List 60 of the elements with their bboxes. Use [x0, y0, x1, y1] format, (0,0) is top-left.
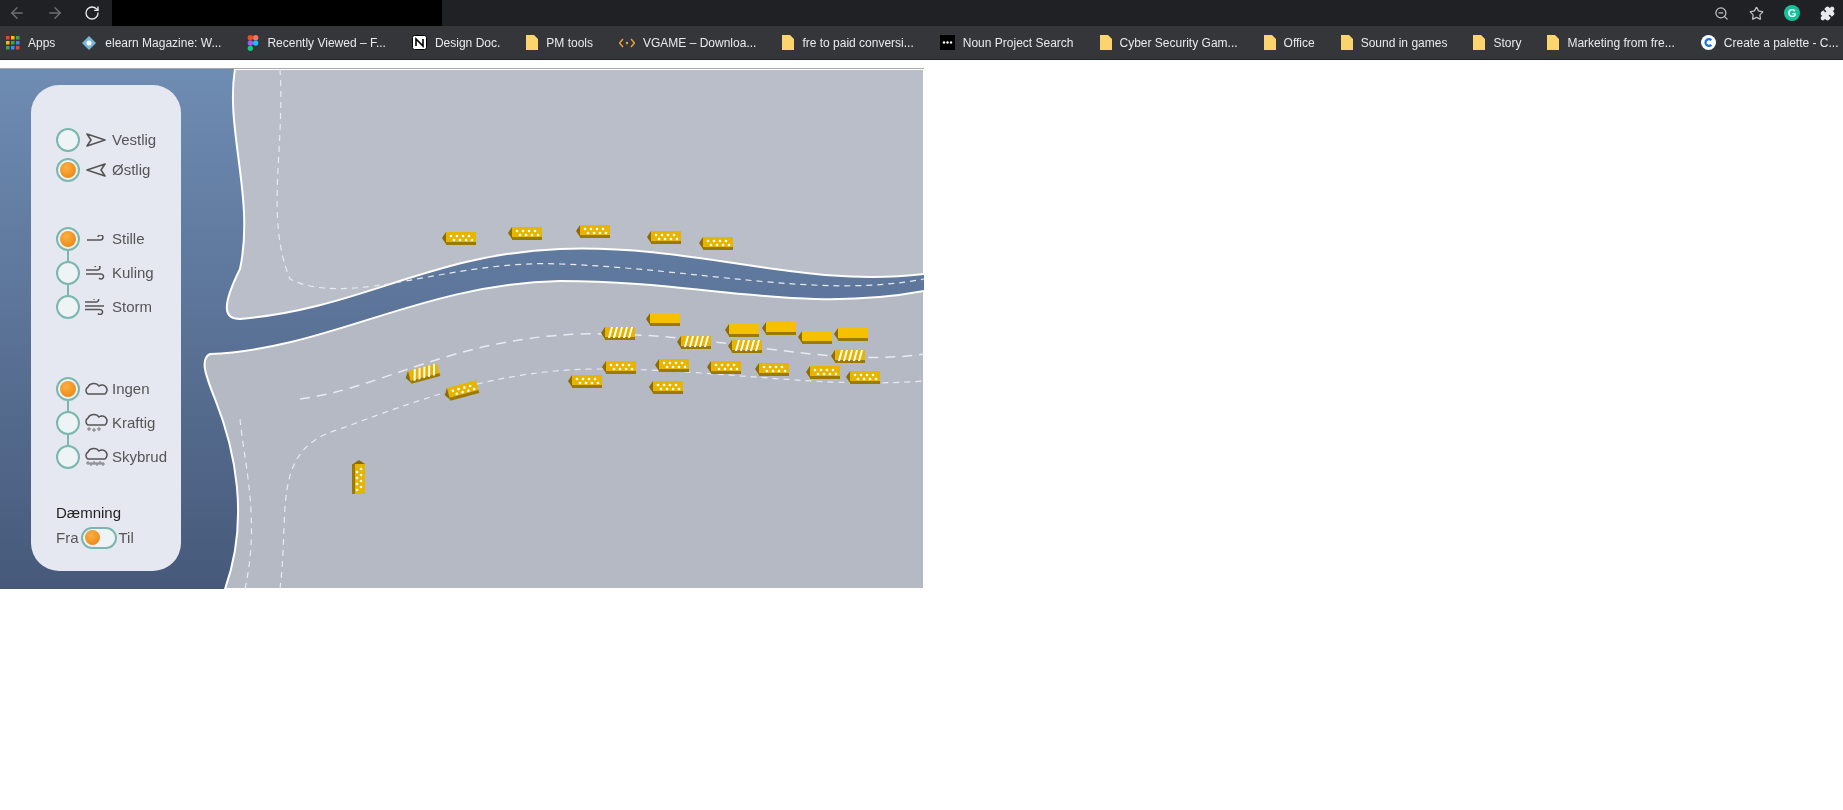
- rain-cloud-icon: [83, 412, 109, 434]
- option-label: Kraftig: [112, 412, 156, 433]
- folder-icon: [782, 35, 795, 50]
- forward-icon[interactable]: [46, 4, 64, 22]
- apps-grid-icon: [6, 35, 20, 50]
- folder-icon: [526, 35, 539, 50]
- cloud-icon: [83, 381, 109, 397]
- arrow-left-icon: [86, 163, 106, 177]
- bookmark-link[interactable]: Sound in games: [1340, 33, 1448, 52]
- bookmark-link[interactable]: Apps: [6, 33, 56, 52]
- dots-icon: [939, 35, 955, 50]
- bookmark-link[interactable]: elearn Magazine: W...: [81, 33, 222, 52]
- folder-icon: [1473, 35, 1486, 50]
- reload-icon[interactable]: [84, 5, 100, 21]
- bookmark-link[interactable]: fre to paid conversi...: [782, 33, 914, 52]
- bookmark-link[interactable]: Office: [1263, 33, 1315, 52]
- c-circle-icon: [1700, 35, 1716, 50]
- folder-icon: [1547, 35, 1560, 50]
- wind-icon: [86, 235, 106, 243]
- option-label: Ingen: [112, 378, 150, 399]
- off-label: Fra: [56, 527, 79, 548]
- arrow-right-icon: [86, 133, 106, 147]
- dam-title: Dæmning: [56, 503, 123, 523]
- bookmark-link[interactable]: VGAME – Downloa...: [619, 33, 757, 52]
- folder-icon: [1099, 35, 1112, 50]
- extensions-icon[interactable]: [1820, 5, 1835, 21]
- wind-icon: [85, 266, 107, 280]
- bookmark-star-icon[interactable]: [1749, 5, 1764, 21]
- bookmark-link[interactable]: PM tools: [526, 33, 593, 52]
- radio-button[interactable]: [56, 445, 80, 469]
- radio-button[interactable]: [56, 227, 80, 251]
- dam-toggle[interactable]: [80, 526, 117, 549]
- bookmark-link[interactable]: Story: [1473, 33, 1522, 52]
- toggle-knob: [84, 530, 100, 546]
- radio-button[interactable]: [56, 261, 80, 285]
- bookmark-link[interactable]: Cyber Security Gam...: [1099, 33, 1238, 52]
- radio-button[interactable]: [56, 158, 80, 182]
- option-label: Stille: [112, 228, 145, 249]
- radio-button[interactable]: [56, 377, 80, 401]
- folder-icon: [1340, 35, 1353, 50]
- radio-button[interactable]: [56, 128, 80, 152]
- on-label: Til: [118, 527, 134, 548]
- bookmark-link[interactable]: Noun Project Search: [939, 33, 1074, 52]
- radio-button[interactable]: [56, 411, 80, 435]
- option-label: Skybrud: [112, 446, 168, 467]
- bookmark-link[interactable]: Design Doc.: [411, 33, 501, 52]
- option-label: Storm: [112, 296, 152, 317]
- zoom-out-icon[interactable]: [1714, 5, 1729, 21]
- radio-button[interactable]: [56, 295, 80, 319]
- option-label: Kuling: [112, 262, 154, 283]
- option-label: Østlig: [112, 159, 151, 180]
- code-brackets-icon: [619, 37, 635, 48]
- diamond-icon: [81, 34, 98, 51]
- bookmark-link[interactable]: Marketing from fre...: [1547, 33, 1675, 52]
- folder-icon: [1263, 35, 1276, 50]
- back-icon[interactable]: [8, 4, 26, 22]
- heavy-rain-cloud-icon: [83, 446, 109, 468]
- option-label: Vestlig: [112, 129, 157, 150]
- bookmark-link[interactable]: Create a palette - C...: [1700, 33, 1839, 52]
- bookmark-link[interactable]: Recently Viewed – F...: [247, 33, 386, 52]
